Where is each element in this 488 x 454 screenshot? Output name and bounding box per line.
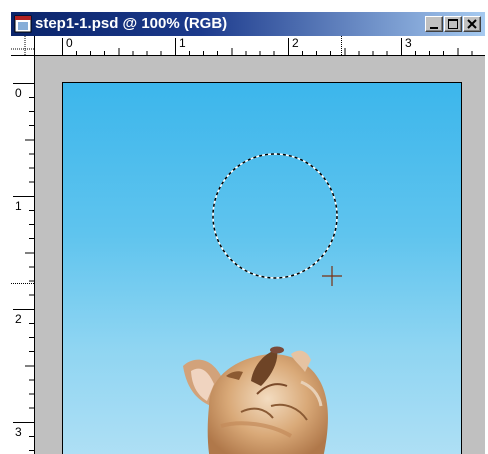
ruler-label: 2 [292, 36, 299, 50]
canvas-area[interactable] [35, 56, 485, 454]
maximize-button[interactable] [444, 16, 462, 32]
window-title: step1-1.psd @ 100% (RGB) [35, 15, 228, 32]
ruler-label: 3 [405, 36, 412, 50]
photoshop-doc-icon[interactable] [14, 15, 32, 33]
maximize-icon [448, 19, 458, 29]
minimize-icon [430, 27, 438, 29]
document-window[interactable]: step1-1.psd @ 100% (RGB) 0 1 2 3 0 1 2 3 [11, 12, 485, 454]
crosshair-icon [322, 266, 342, 286]
close-icon [467, 19, 477, 29]
vertical-ruler[interactable]: 0 1 2 3 [11, 56, 35, 454]
horizontal-ruler[interactable]: 0 1 2 3 [35, 36, 485, 56]
ruler-label: 0 [15, 86, 22, 100]
document-canvas[interactable] [62, 82, 462, 454]
vertical-ruler-ticks [11, 83, 35, 451]
close-button[interactable] [463, 16, 481, 32]
cat-photo [183, 346, 328, 454]
ruler-origin[interactable] [11, 36, 35, 56]
title-bar[interactable]: step1-1.psd @ 100% (RGB) [11, 12, 485, 36]
ruler-label: 2 [15, 312, 22, 326]
ruler-label: 3 [15, 425, 22, 439]
ruler-label: 1 [15, 199, 22, 213]
ruler-label: 0 [66, 36, 73, 50]
selection-marquee[interactable] [210, 153, 340, 283]
horizontal-ruler-ticks [62, 36, 473, 56]
minimize-button[interactable] [425, 16, 443, 32]
ruler-label: 1 [179, 36, 186, 50]
